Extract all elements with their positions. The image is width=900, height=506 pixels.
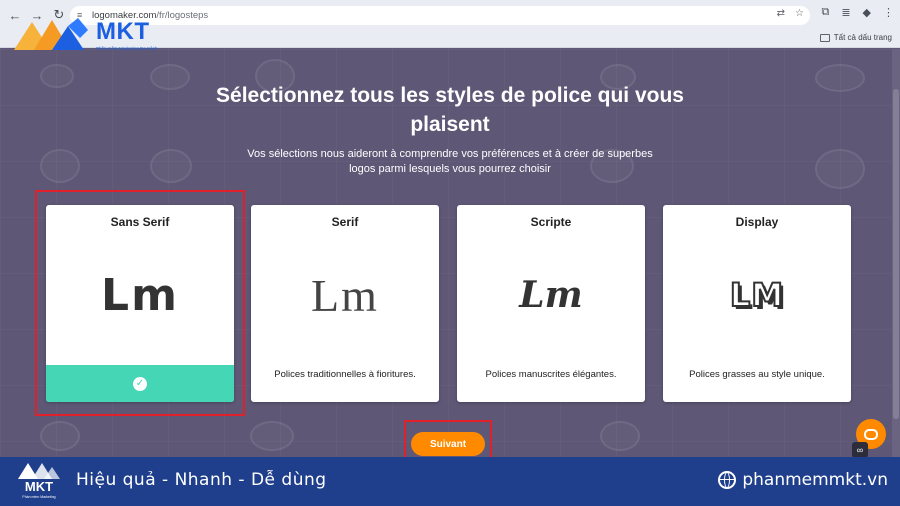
card-title: Serif	[331, 215, 359, 229]
logo-steps-page: Sélectionnez tous les styles de police q…	[0, 49, 900, 457]
card-description: Polices manuscrites élégantes.	[485, 369, 617, 380]
card-title: Scripte	[530, 215, 572, 229]
address-bar[interactable]: ≡ logomaker.com/fr/logosteps ⇄ ☆	[70, 6, 810, 25]
font-sample: Lm	[311, 269, 379, 321]
extensions-icon[interactable]: ⧉	[821, 6, 829, 19]
profile-icon[interactable]: ◆	[863, 6, 871, 19]
font-style-card-script[interactable]: Scripte Lm Polices manuscrites élégantes…	[457, 205, 645, 402]
background-logo	[40, 149, 80, 183]
card-title: Display	[735, 215, 779, 229]
folder-icon	[819, 33, 830, 42]
banner-logo: MKT Phần mềm Marketing	[14, 461, 64, 503]
font-sample: LM	[729, 275, 785, 315]
background-logo	[150, 149, 192, 183]
page-scrollbar[interactable]	[892, 49, 900, 457]
banner-slogan: Hiệu quả - Nhanh - Dễ dùng	[76, 470, 327, 490]
font-style-card-display[interactable]: Display LM Polices grasses au style uniq…	[663, 205, 851, 402]
page-subtitle: Vos sélections nous aideront à comprendr…	[247, 148, 653, 175]
mkt-logo-icon	[14, 18, 88, 50]
menu-icon[interactable]: ⋮	[883, 6, 894, 19]
scrollbar-thumb[interactable]	[893, 89, 899, 419]
page-title: Sélectionnez tous les styles de police q…	[216, 84, 684, 136]
mkt-banner: MKT Phần mềm Marketing Hiệu quả - Nhanh …	[0, 457, 900, 506]
media-icon[interactable]: ≣	[841, 6, 850, 19]
mkt-logo-word: MKT	[96, 18, 150, 45]
highlight-box-selected-card	[35, 190, 245, 416]
next-button[interactable]: Suivant	[411, 432, 485, 456]
banner-website-text: phanmemmkt.vn	[742, 470, 888, 490]
all-bookmarks-label: Tất cả dấu trang	[833, 33, 892, 42]
background-logo	[40, 421, 80, 451]
mkt-logo-tagline: Phần mềm Marketing Đa Kênh	[96, 46, 158, 51]
mkt-corner-logo: MKT Phần mềm Marketing Đa Kênh	[12, 16, 172, 56]
banner-website: phanmemmkt.vn	[718, 470, 888, 490]
link-icon[interactable]: ∞	[852, 442, 868, 457]
globe-icon	[718, 471, 737, 489]
card-description: Polices grasses au style unique.	[689, 369, 825, 380]
chat-icon	[864, 428, 878, 440]
background-logo	[815, 64, 865, 92]
background-logo	[815, 149, 865, 189]
background-logo	[40, 64, 74, 88]
translate-icon[interactable]: ⇄	[777, 8, 785, 19]
font-style-card-serif[interactable]: Serif Lm Polices traditionnelles à fiori…	[251, 205, 439, 402]
card-description: Polices traditionnelles à fioritures.	[274, 369, 416, 380]
banner-logo-tagline: Phần mềm Marketing	[22, 495, 56, 499]
banner-logo-word: MKT	[24, 479, 54, 494]
bookmark-star-icon[interactable]: ☆	[795, 8, 804, 19]
background-logo	[600, 421, 640, 451]
font-sample: Lm	[519, 274, 583, 316]
background-logo	[250, 421, 294, 451]
all-bookmarks[interactable]: Tất cả dấu trang	[819, 33, 892, 42]
banner-logo-icon	[18, 463, 60, 479]
